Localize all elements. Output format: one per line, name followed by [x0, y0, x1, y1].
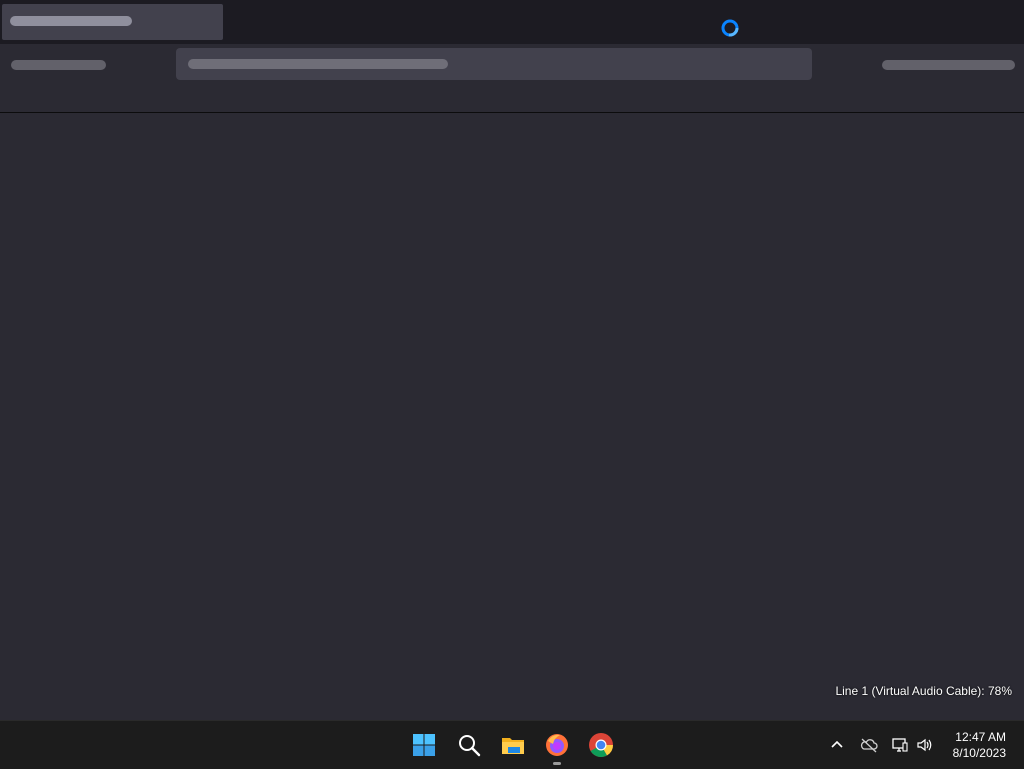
volume-icon[interactable]	[915, 735, 935, 755]
system-clock[interactable]: 12:47 AM 8/10/2023	[953, 729, 1006, 761]
chevron-up-icon[interactable]	[827, 735, 847, 755]
page-content	[0, 113, 1024, 720]
tab-bar	[0, 0, 1024, 44]
navigation-toolbar	[0, 44, 1024, 113]
firefox-icon[interactable]	[541, 729, 573, 761]
clock-date: 8/10/2023	[952, 746, 1006, 760]
taskbar: 12:47 AM 8/10/2023	[0, 720, 1024, 769]
chrome-icon[interactable]	[585, 729, 617, 761]
windows-start-icon[interactable]	[408, 729, 440, 761]
tab-title-placeholder	[10, 16, 132, 26]
url-placeholder	[188, 59, 448, 69]
toolbar-actions-placeholder	[882, 60, 1015, 70]
url-bar[interactable]	[176, 48, 812, 80]
volume-osd-label: Line 1 (Virtual Audio Cable): 78%	[835, 684, 1012, 698]
browser-window	[0, 0, 1024, 720]
network-icon[interactable]	[890, 735, 910, 755]
running-indicator	[553, 762, 561, 765]
clock-time: 12:47 AM	[955, 730, 1006, 744]
tab-loading[interactable]	[2, 4, 223, 40]
loading-spinner-icon	[721, 19, 739, 37]
folder-icon[interactable]	[497, 729, 529, 761]
nav-buttons-placeholder	[11, 60, 106, 70]
cloud-offline-icon[interactable]	[859, 735, 879, 755]
search-icon[interactable]	[453, 729, 485, 761]
